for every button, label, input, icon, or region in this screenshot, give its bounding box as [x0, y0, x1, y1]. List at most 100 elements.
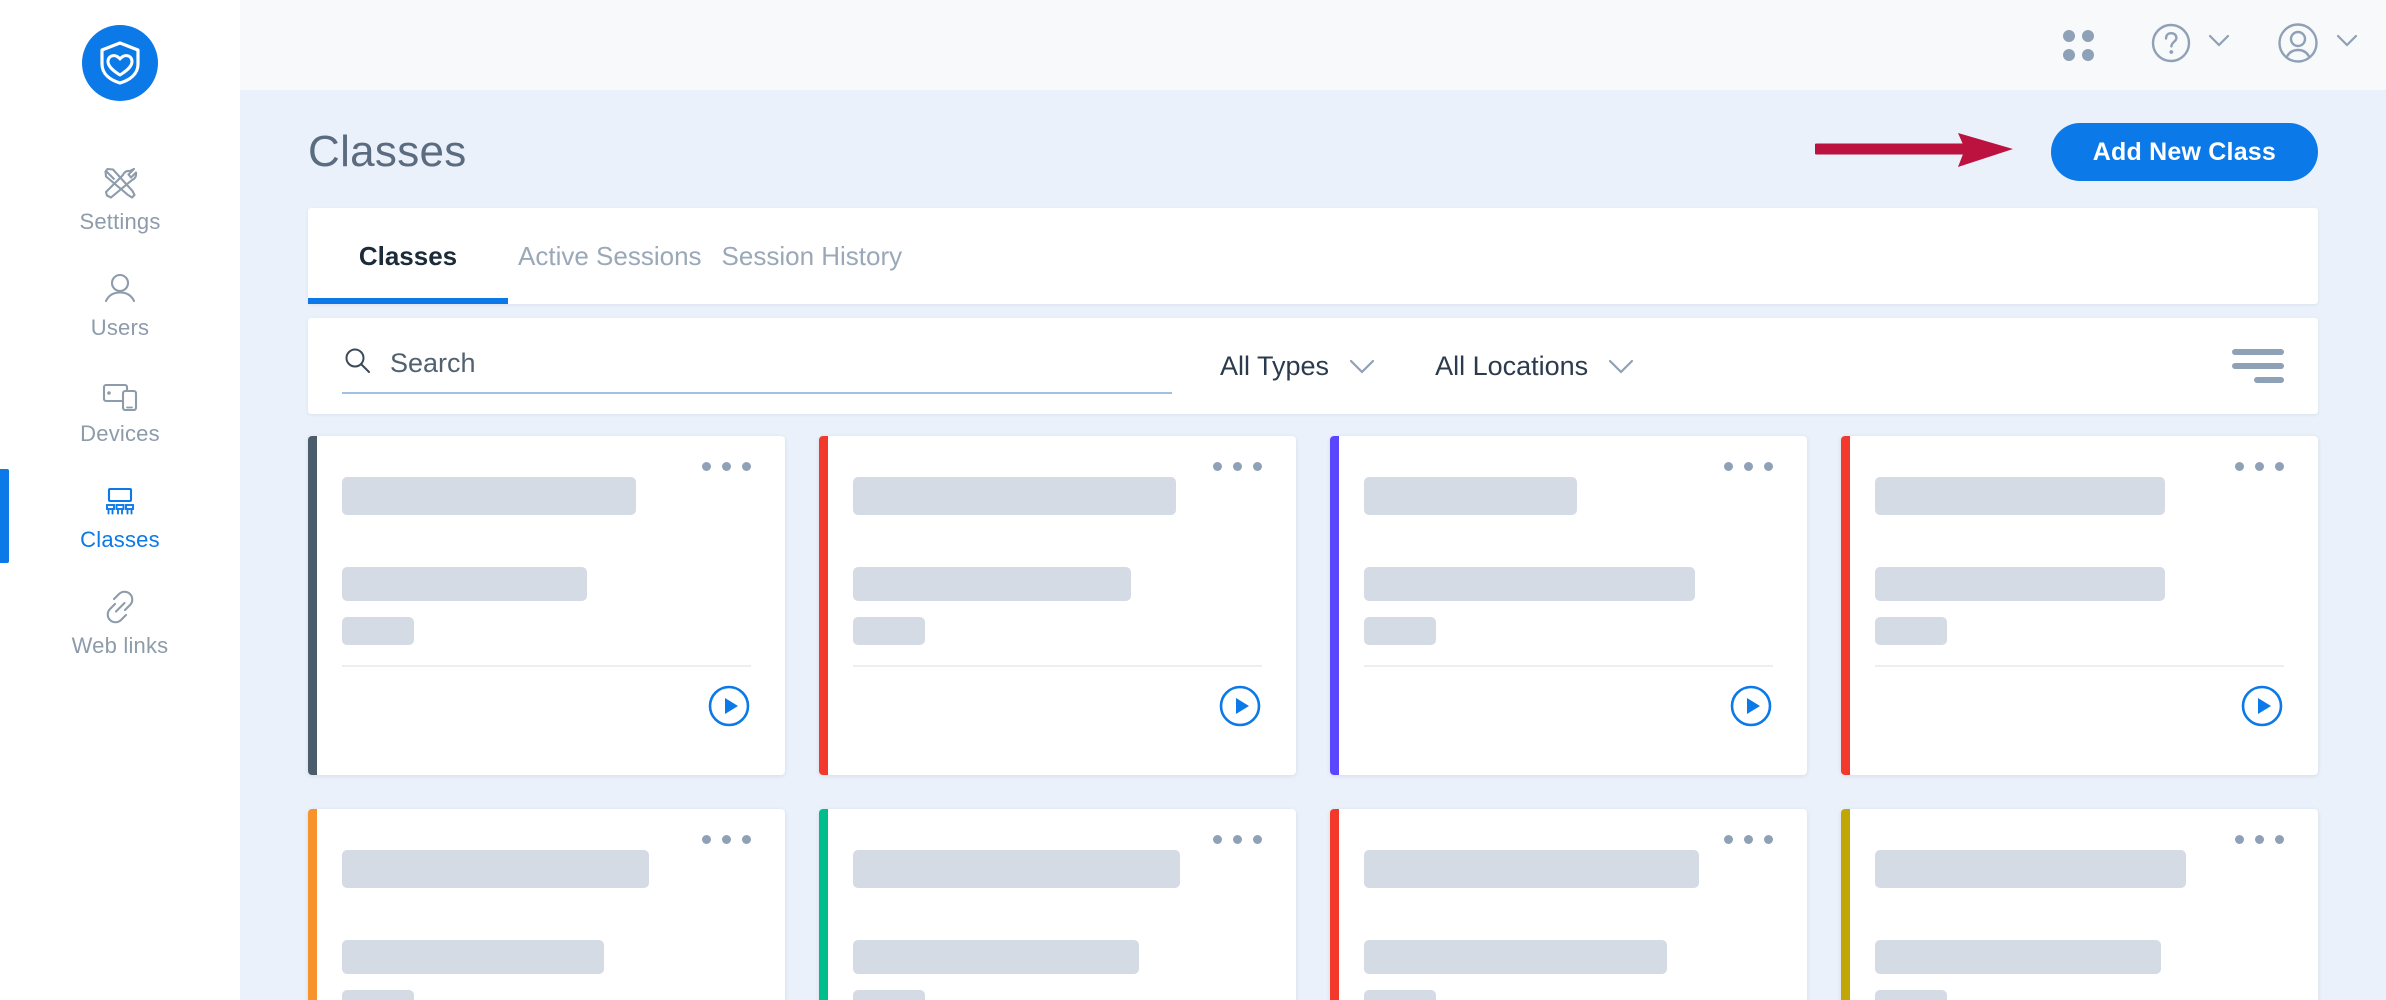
select-label: All Types	[1220, 350, 1330, 381]
class-card[interactable]	[1330, 436, 1807, 775]
play-circle-icon[interactable]	[1218, 684, 1262, 733]
card-footer	[853, 667, 1262, 749]
card-subtitle-placeholder	[1364, 567, 1696, 601]
help-menu-button[interactable]	[2150, 22, 2230, 69]
card-footer	[1875, 667, 2284, 749]
card-accent-bar	[819, 809, 828, 1000]
card-footer	[1364, 667, 1773, 749]
class-card[interactable]	[1330, 809, 1807, 1000]
page-header-actions: Add New Class	[1811, 123, 2318, 181]
ellipsis-icon[interactable]	[2235, 835, 2284, 844]
top-bar	[240, 0, 2386, 90]
ellipsis-icon[interactable]	[1724, 462, 1773, 471]
card-title-placeholder	[1364, 850, 1700, 888]
card-footer	[342, 667, 751, 749]
play-circle-icon[interactable]	[2240, 684, 2284, 733]
page-content: Classes Add New Class Classes Active Ses…	[240, 90, 2386, 1000]
card-chip-placeholder	[1875, 617, 1947, 645]
card-subtitle-placeholder	[342, 567, 588, 601]
all-types-select[interactable]: All Types	[1220, 351, 1375, 382]
sidebar-item-label: Classes	[80, 526, 160, 552]
chevron-down-icon	[2336, 34, 2358, 56]
sidebar-nav: Settings Users Devices Classes Web links	[0, 145, 240, 675]
card-title-placeholder	[853, 850, 1181, 888]
tab-label: Session History	[721, 240, 903, 271]
sidebar-item-label: Web links	[71, 632, 169, 658]
classroom-icon	[101, 482, 139, 520]
ellipsis-icon[interactable]	[1724, 835, 1773, 844]
card-chip-placeholder	[1875, 990, 1947, 1000]
ellipsis-icon[interactable]	[1213, 462, 1262, 471]
card-subtitle-placeholder	[853, 940, 1140, 974]
page-header: Classes Add New Class	[308, 90, 2318, 208]
card-accent-bar	[1330, 809, 1339, 1000]
search-field[interactable]	[342, 338, 1172, 394]
card-title-placeholder	[1875, 850, 2186, 888]
filter-bar: All Types All Locations	[308, 318, 2318, 414]
card-accent-bar	[1841, 809, 1850, 1000]
class-card[interactable]	[1841, 809, 2318, 1000]
play-circle-icon[interactable]	[1729, 684, 1773, 733]
card-accent-bar	[1841, 436, 1850, 775]
class-card[interactable]	[819, 436, 1296, 775]
magnifier-icon	[342, 346, 372, 381]
account-menu-button[interactable]	[2276, 21, 2358, 70]
card-title-placeholder	[342, 477, 637, 515]
card-subtitle-placeholder	[1875, 940, 2162, 974]
card-subtitle-placeholder	[1364, 940, 1667, 974]
class-card[interactable]	[308, 809, 785, 1000]
card-chip-placeholder	[853, 617, 925, 645]
play-circle-icon[interactable]	[707, 684, 751, 733]
card-accent-bar	[819, 436, 828, 775]
class-card[interactable]	[1841, 436, 2318, 775]
add-new-class-button[interactable]: Add New Class	[2050, 123, 2318, 181]
tab-session-history[interactable]: Session History	[712, 208, 913, 304]
ellipsis-icon[interactable]	[702, 835, 751, 844]
card-chip-placeholder	[342, 617, 414, 645]
ellipsis-icon[interactable]	[1213, 835, 1262, 844]
ellipsis-icon[interactable]	[702, 462, 751, 471]
tab-label: Classes	[358, 240, 458, 271]
card-subtitle-placeholder	[342, 940, 604, 974]
apps-grid-button[interactable]	[2063, 29, 2150, 61]
shield-heart-logo-icon	[82, 25, 158, 101]
sidebar-item-classes[interactable]: Classes	[0, 463, 240, 569]
chevron-down-icon	[1608, 351, 1634, 382]
card-title-placeholder	[1875, 477, 2166, 515]
sidebar-item-devices[interactable]: Devices	[0, 357, 240, 463]
sidebar-item-label: Settings	[79, 208, 161, 234]
class-card[interactable]	[308, 436, 785, 775]
card-title-placeholder	[342, 850, 649, 888]
sidebar-item-web-links[interactable]: Web links	[0, 569, 240, 675]
class-card-grid	[308, 436, 2318, 1000]
tab-classes[interactable]: Classes	[308, 208, 508, 304]
question-circle-icon	[2150, 22, 2192, 69]
card-subtitle-placeholder	[853, 567, 1132, 601]
link-icon	[101, 588, 139, 626]
card-chip-placeholder	[342, 990, 414, 1000]
card-accent-bar	[1330, 436, 1339, 775]
chevron-down-icon	[2208, 34, 2230, 56]
filters-panel: All Types All Locations	[308, 318, 2318, 414]
card-accent-bar	[308, 809, 317, 1000]
brand-logo[interactable]	[82, 25, 158, 101]
chevron-down-icon	[1349, 351, 1375, 382]
card-chip-placeholder	[1364, 617, 1436, 645]
all-locations-select[interactable]: All Locations	[1435, 351, 1634, 382]
card-chip-placeholder	[1364, 990, 1436, 1000]
card-accent-bar	[308, 436, 317, 775]
ellipsis-icon[interactable]	[2235, 462, 2284, 471]
sidebar-item-settings[interactable]: Settings	[0, 145, 240, 251]
filter-selects: All Types All Locations	[1220, 351, 1634, 382]
search-input[interactable]	[390, 347, 1172, 379]
filter-lines-icon[interactable]	[2232, 349, 2284, 383]
card-title-placeholder	[853, 477, 1177, 515]
classes-panel: Classes Active Sessions Session History	[308, 208, 2318, 304]
card-title-placeholder	[1364, 477, 1577, 515]
class-card[interactable]	[819, 809, 1296, 1000]
tab-bar: Classes Active Sessions Session History	[308, 208, 2318, 304]
annotation-arrow-icon	[1811, 127, 2025, 178]
tab-active-sessions[interactable]: Active Sessions	[508, 208, 712, 304]
card-chip-placeholder	[853, 990, 925, 1000]
sidebar-item-users[interactable]: Users	[0, 251, 240, 357]
